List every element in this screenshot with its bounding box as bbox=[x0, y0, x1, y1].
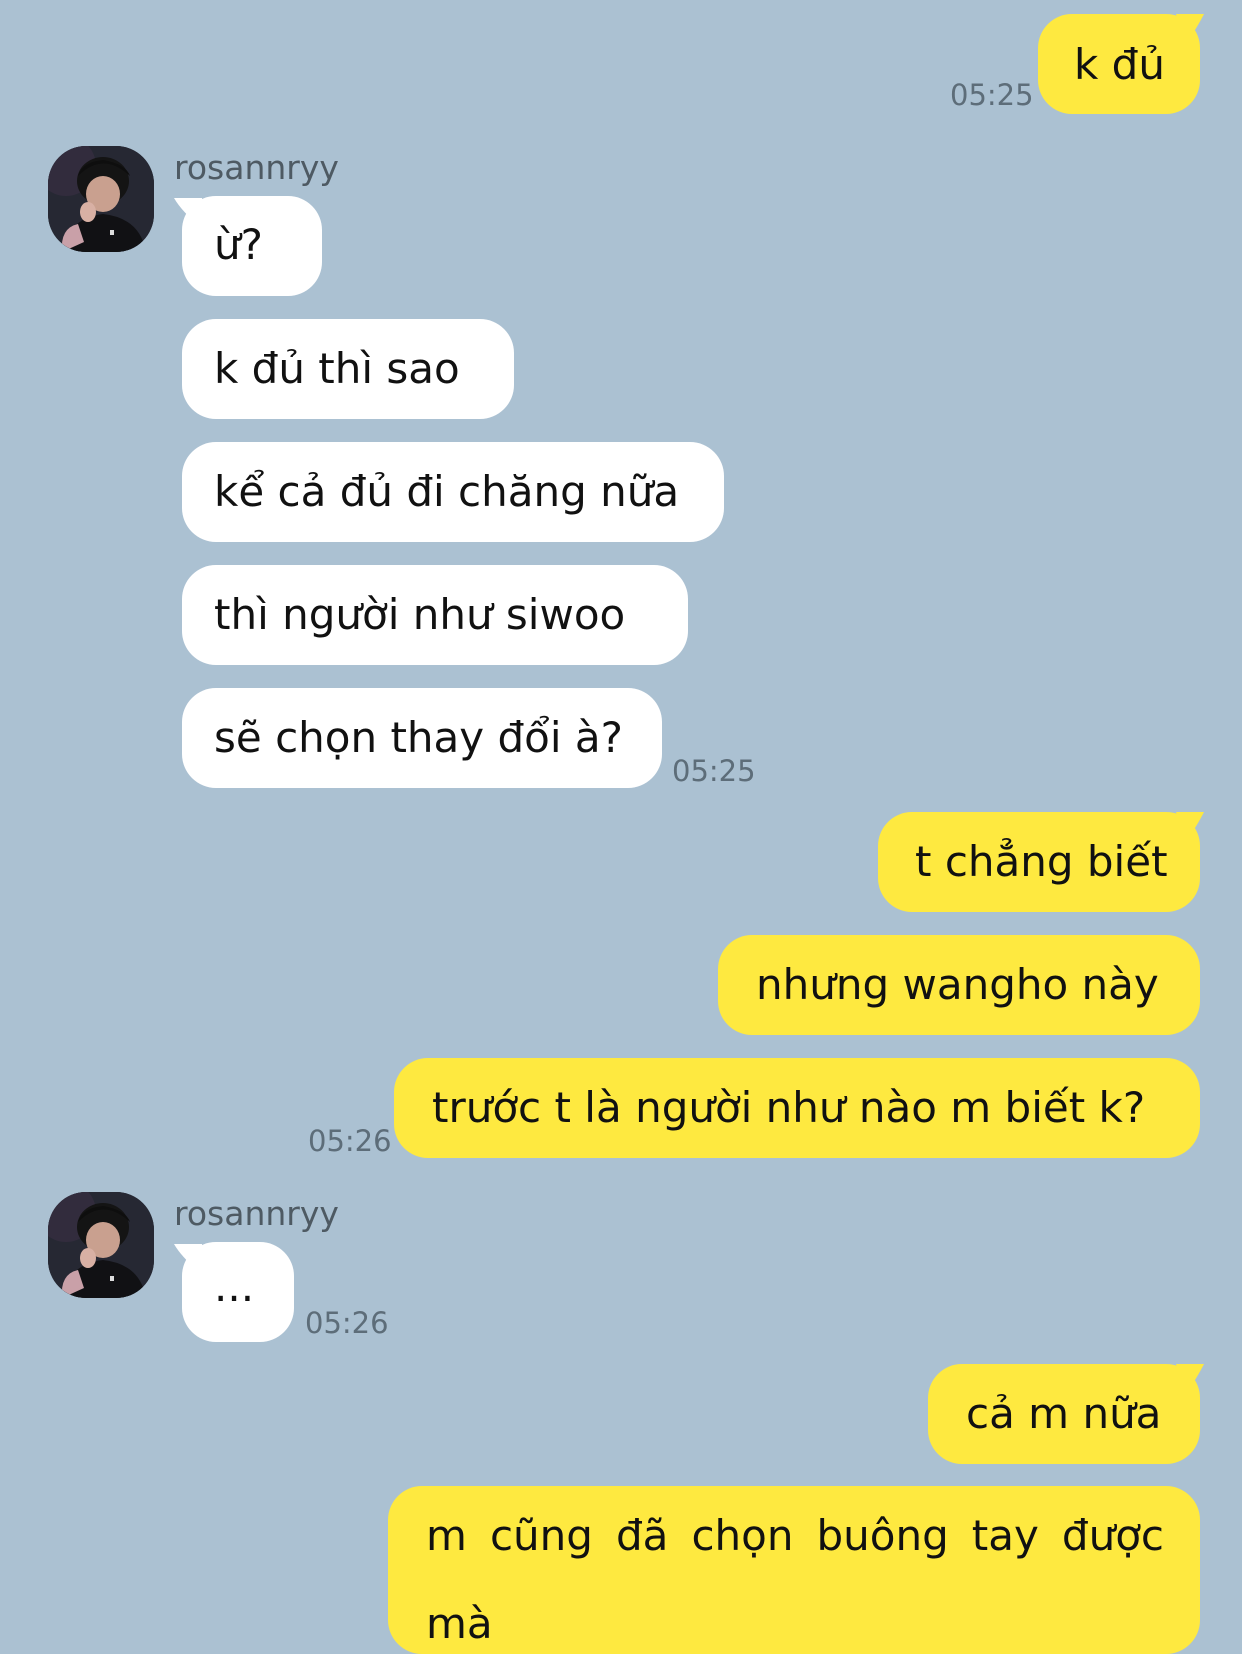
message-timestamp: 05:25 bbox=[672, 754, 756, 788]
message-text-line: m cũng đã chọn buông tay được bbox=[426, 1511, 1164, 1560]
my-message-bubble[interactable]: t chẳng biết bbox=[878, 812, 1200, 912]
message-text: ừ? bbox=[214, 220, 263, 269]
chat-thread: 05:25 k đủ rosannryy ừ? k đủ thì sao kể … bbox=[0, 0, 1242, 1654]
message-text: nhưng wangho này bbox=[756, 960, 1159, 1009]
message-timestamp: 05:25 bbox=[950, 78, 1034, 112]
bubble-tail-icon bbox=[1176, 1364, 1204, 1394]
bubble-tail-icon bbox=[1176, 14, 1204, 44]
contact-avatar[interactable] bbox=[48, 1192, 154, 1298]
my-message-bubble[interactable]: nhưng wangho này bbox=[718, 935, 1200, 1035]
contact-message-bubble[interactable]: ừ? bbox=[182, 196, 322, 296]
my-message-bubble[interactable]: trước t là người như nào m biết k? bbox=[394, 1058, 1200, 1158]
contact-message-bubble[interactable]: k đủ thì sao bbox=[182, 319, 514, 419]
message-text: k đủ thì sao bbox=[214, 344, 460, 393]
message-text-line: mà bbox=[426, 1599, 493, 1648]
my-message-bubble[interactable]: m cũng đã chọn buông tay được mà bbox=[388, 1486, 1200, 1654]
sender-name: rosannryy bbox=[174, 148, 339, 187]
contact-message-bubble[interactable]: kể cả đủ đi chăng nữa bbox=[182, 442, 724, 542]
sender-name: rosannryy bbox=[174, 1194, 339, 1233]
message-timestamp: 05:26 bbox=[308, 1124, 392, 1158]
my-message-bubble[interactable]: cả m nữa bbox=[928, 1364, 1200, 1464]
message-text: thì người như siwoo bbox=[214, 590, 626, 639]
contact-message-bubble[interactable]: ... bbox=[182, 1242, 294, 1342]
message-text: cả m nữa bbox=[966, 1389, 1162, 1438]
contact-avatar[interactable] bbox=[48, 146, 154, 252]
avatar-photo-icon bbox=[48, 146, 154, 252]
message-text: kể cả đủ đi chăng nữa bbox=[214, 467, 680, 516]
contact-message-bubble[interactable]: sẽ chọn thay đổi à? bbox=[182, 688, 662, 788]
message-text: ... bbox=[214, 1262, 255, 1311]
message-text: k đủ bbox=[1074, 40, 1165, 89]
message-text: trước t là người như nào m biết k? bbox=[432, 1083, 1146, 1132]
message-text: t chẳng biết bbox=[915, 837, 1168, 886]
message-timestamp: 05:26 bbox=[305, 1306, 389, 1340]
bubble-tail-icon bbox=[1176, 812, 1204, 842]
contact-message-bubble[interactable]: thì người như siwoo bbox=[182, 565, 688, 665]
avatar-photo-icon bbox=[48, 1192, 154, 1298]
message-text: sẽ chọn thay đổi à? bbox=[214, 713, 623, 762]
